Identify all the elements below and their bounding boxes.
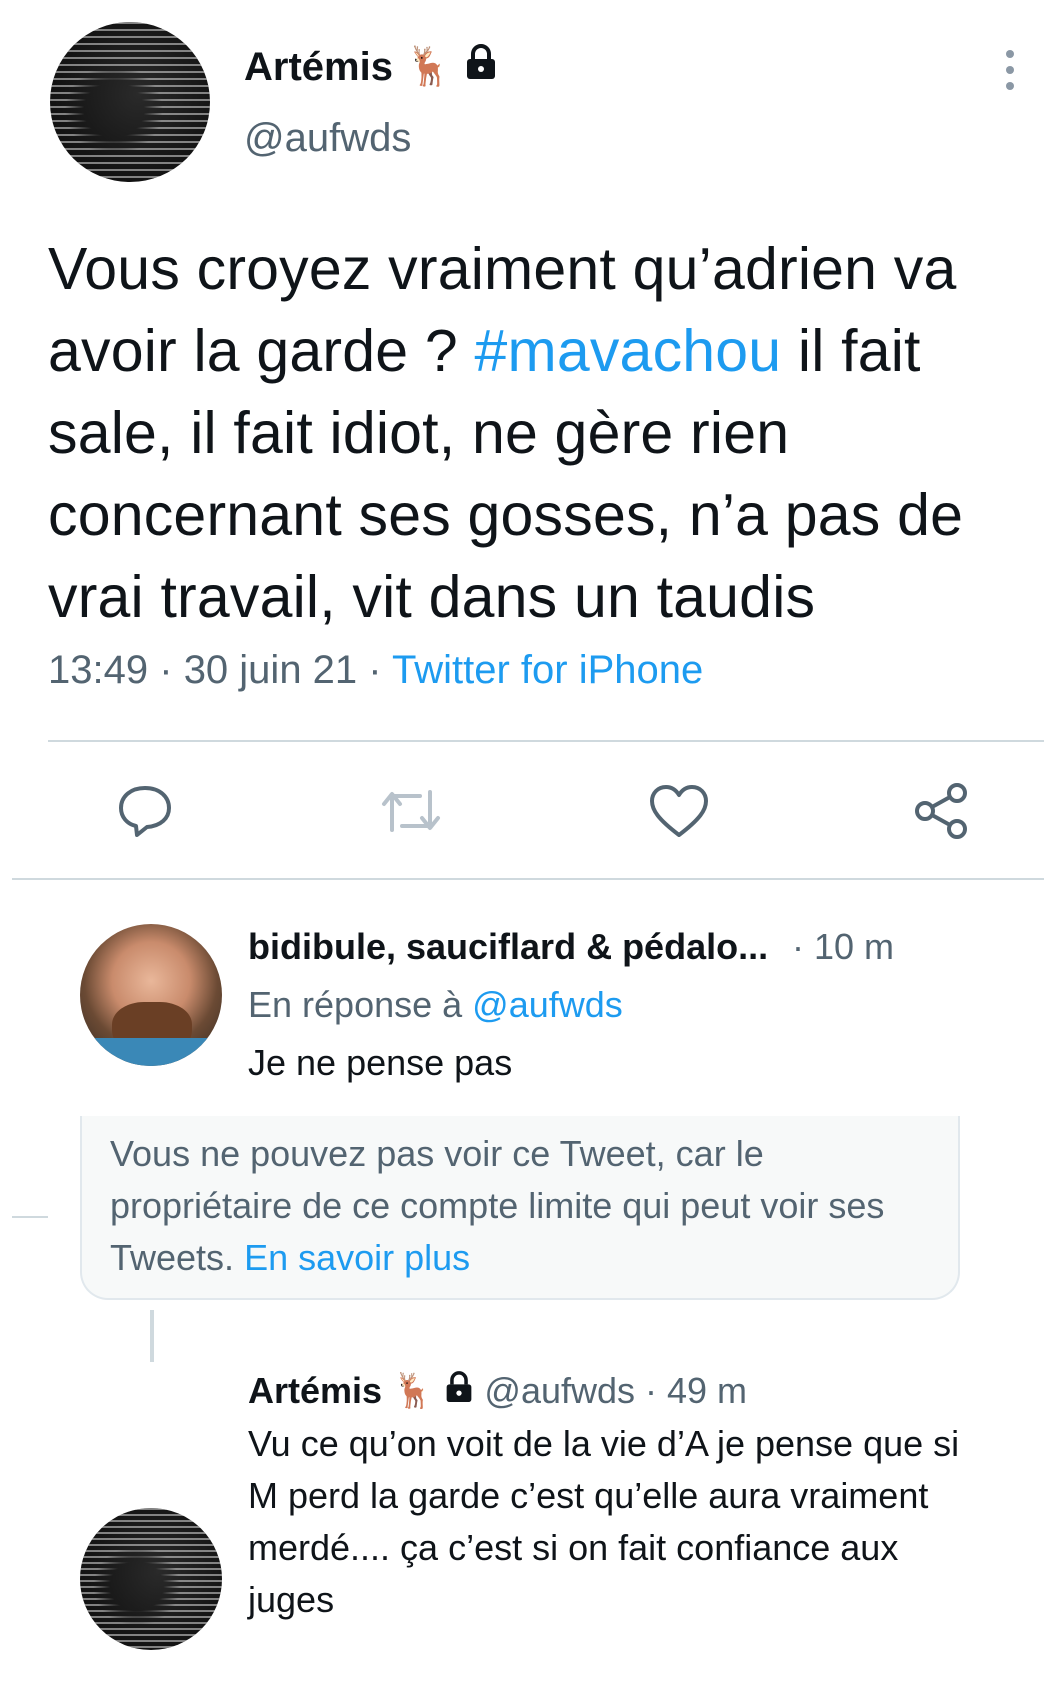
tweet-date: 30 juin 21: [183, 648, 358, 692]
tweet-source-link[interactable]: Twitter for iPhone: [392, 648, 703, 692]
reply-context-label: En réponse à: [248, 984, 473, 1025]
thread-connector: [12, 1216, 48, 1218]
share-icon: [911, 781, 971, 846]
share-button[interactable]: [906, 778, 976, 848]
deer-emoji: 🦌: [404, 46, 453, 88]
reply-2-time: · 49 m: [645, 1370, 748, 1411]
reply-2-author-name[interactable]: Artémis: [248, 1370, 382, 1412]
tweet-text: Vous croyez vraiment qu’adrien va avoir …: [48, 228, 1048, 638]
hidden-tweet-text: Vous ne pouvez pas voir ce Tweet, car le…: [110, 1133, 885, 1278]
meta-separator: ·: [368, 648, 382, 692]
reply-2-handle[interactable]: @aufwds: [484, 1370, 635, 1412]
like-button[interactable]: [644, 778, 714, 848]
reply-2-text: Vu ce qu’on voit de la vie d’A je pense …: [248, 1423, 960, 1620]
reply-time: · 10 m: [792, 926, 895, 967]
comment-icon: [115, 783, 175, 844]
author-avatar[interactable]: [50, 22, 210, 182]
author-name: Artémis: [244, 44, 393, 89]
learn-more-link[interactable]: En savoir plus: [244, 1237, 470, 1278]
lock-icon: [444, 1370, 474, 1412]
tweet-meta: 13:49 · 30 juin 21 · Twitter for iPhone: [48, 648, 703, 693]
reply-2-author-avatar[interactable]: [80, 1508, 222, 1650]
meta-separator: ·: [159, 648, 173, 692]
author-name-row[interactable]: Artémis 🦌: [244, 44, 498, 90]
tweet-time: 13:49: [48, 648, 149, 692]
reply-context: En réponse à @aufwds: [248, 984, 623, 1026]
deer-emoji: 🦌: [392, 1372, 435, 1410]
reply-button[interactable]: [110, 778, 180, 848]
reply-text: Je ne pense pas: [248, 1042, 513, 1083]
more-options-icon[interactable]: [1000, 48, 1020, 92]
retweet-icon: [378, 784, 444, 843]
divider: [48, 740, 1044, 742]
divider: [12, 878, 1044, 880]
reply-mention-link[interactable]: @aufwds: [472, 984, 623, 1025]
thread-line: [150, 1310, 154, 1362]
reply-author-name[interactable]: bidibule, sauciflard & pédalo...: [248, 926, 768, 968]
author-handle[interactable]: @aufwds: [244, 116, 411, 161]
retweet-button[interactable]: [376, 778, 446, 848]
hidden-tweet-notice: Vous ne pouvez pas voir ce Tweet, car le…: [80, 1116, 960, 1300]
reply-2-header: Artémis 🦌 @aufwds · 49 m: [248, 1370, 747, 1412]
lock-icon: [464, 44, 498, 90]
heart-icon: [648, 783, 710, 844]
hashtag-link[interactable]: #mavachou: [474, 318, 781, 384]
reply-author-avatar[interactable]: [80, 924, 222, 1066]
